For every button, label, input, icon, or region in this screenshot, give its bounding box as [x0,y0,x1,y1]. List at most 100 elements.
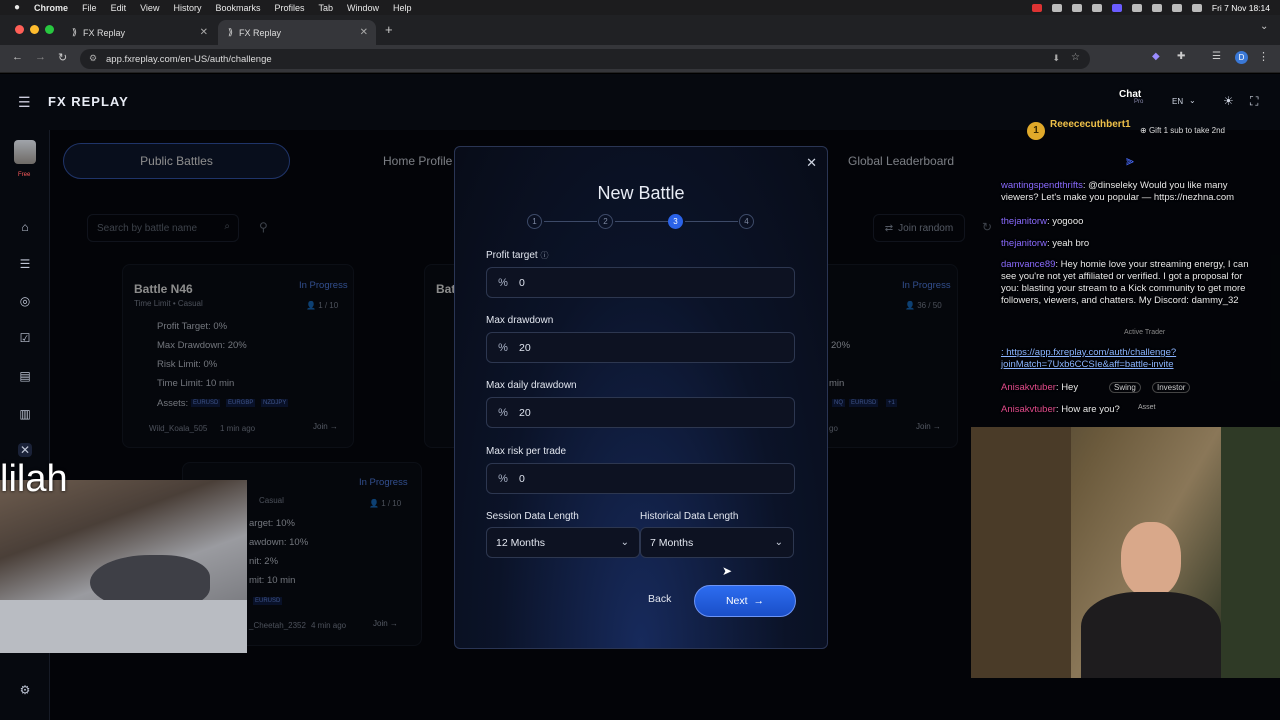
fx-replay-favicon: ⟫ [228,27,234,37]
chat-user: damvance89 [1001,259,1056,270]
close-tab-icon[interactable]: ✕ [360,27,368,38]
close-window-button[interactable] [15,25,24,34]
more-menu-icon[interactable]: ⋮ [1258,50,1269,63]
avatar[interactable] [14,140,36,164]
percent-icon: % [498,341,508,354]
theme-toggle-icon[interactable]: ☀ [1223,94,1234,108]
mouse-cursor: ➤ [722,564,733,578]
menu-chrome[interactable]: Chrome [34,3,68,13]
tag-chip: Investor [1152,382,1191,393]
person-body [1081,592,1221,678]
compass-icon[interactable]: ◎ [18,294,32,308]
menu-view[interactable]: View [140,3,159,13]
profit-target-text: Profit target [486,250,538,261]
checklist-icon[interactable]: ☑ [18,331,32,345]
fx-replay-logo[interactable]: FX REPLAY [48,94,129,109]
wallpaper-shape [1221,427,1280,678]
reading-list-icon[interactable]: ☰ [1212,51,1221,62]
forward-icon[interactable]: → [35,51,46,63]
tab-search-icon[interactable]: ⌄ [1260,21,1268,32]
menubar-status-area: Fri 7 Nov 18:14 [1031,0,1270,15]
profit-target-label: Profit target ⓘ [486,250,548,261]
back-icon[interactable]: ← [12,51,23,63]
next-button[interactable]: Next → [694,585,796,617]
new-battle-modal: ✕ New Battle 1 2 3 4 Profit target ⓘ % 0 … [454,146,828,649]
chat-message: Anisakvtuber: How are you? [1001,404,1261,416]
bar-chart-icon[interactable]: ▥ [18,407,32,421]
address-bar[interactable]: ⚙ app.fxreplay.com/en-US/auth/challenge … [80,49,1090,69]
modal-title: New Battle [597,183,685,203]
bolt-icon[interactable] [1051,3,1062,12]
menu-file[interactable]: File [82,3,97,13]
language-selector[interactable]: EN [1172,97,1183,106]
menu-profiles[interactable]: Profiles [274,3,304,13]
arrow-right-icon: → [753,595,765,607]
session-value: 12 Months [496,536,546,549]
wardrobe-shape [971,427,1071,678]
historical-value: 7 Months [650,536,694,549]
battery-icon[interactable] [1131,3,1142,12]
menu-bookmarks[interactable]: Bookmarks [215,3,260,13]
max-risk-value: 0 [519,472,525,485]
wifi-icon[interactable] [1151,3,1162,12]
menu-edit[interactable]: Edit [111,3,127,13]
menu-tab[interactable]: Tab [319,3,334,13]
menu-history[interactable]: History [173,3,201,13]
battles-icon[interactable]: ✕ [18,443,32,457]
back-button[interactable]: Back [648,593,671,605]
hamburger-menu-icon[interactable]: ☰ [18,94,31,111]
max-risk-input[interactable]: % 0 [486,463,795,494]
url-text: app.fxreplay.com/en-US/auth/challenge [106,53,272,65]
app-icon[interactable] [1091,3,1102,12]
tag-chip: Active Trader [1124,329,1166,336]
search-icon[interactable] [1171,3,1182,12]
close-icon[interactable]: ✕ [806,155,817,171]
chat-text: : How are you? [1055,404,1120,415]
browser-tab-active[interactable]: ⟫ FX Replay ✕ [218,20,376,45]
menubar-clock[interactable]: Fri 7 Nov 18:14 [1212,3,1270,13]
percent-icon: % [498,472,508,485]
menu-help[interactable]: Help [393,3,412,13]
zoom-window-button[interactable] [45,25,54,34]
profit-target-value: 0 [519,276,525,289]
apple-icon[interactable]: ● [14,2,20,13]
bookmark-star-icon[interactable]: ☆ [1071,52,1080,63]
home-icon[interactable]: ⌂ [18,220,32,234]
browser-tab[interactable]: ⟫ FX Replay ✕ [62,20,216,45]
chevron-down-icon: ⌄ [620,537,629,548]
fullscreen-icon[interactable]: ⛶ [1250,94,1258,109]
chat-text: : Hey [1055,382,1079,393]
install-icon[interactable]: ⬇ [1052,53,1060,64]
bed-shape [0,600,247,653]
profit-target-input[interactable]: % 0 [486,267,795,298]
info-icon[interactable]: ⓘ [540,251,548,260]
pro-badge: Pro [1134,99,1144,105]
max-drawdown-value: 20 [519,341,531,354]
profile-avatar[interactable]: D [1235,51,1248,64]
list-icon[interactable]: ☰ [18,257,32,271]
site-info-icon[interactable]: ⚙ [89,53,97,64]
sync-icon[interactable] [1071,3,1082,12]
notebook-icon[interactable]: ▤ [18,369,32,383]
minimize-window-button[interactable] [30,25,39,34]
extension-icon[interactable]: ◆ [1152,51,1160,62]
screen-share-icon[interactable] [1111,3,1122,12]
new-tab-icon[interactable]: + [385,22,393,37]
browser-tab-bar: ⟫ FX Replay ✕ ⟫ FX Replay ✕ + ⌄ [0,15,1280,45]
max-drawdown-input[interactable]: % 20 [486,332,795,363]
person-head [1121,522,1181,597]
chat-user: Anisakvtuber [1001,404,1056,415]
settings-icon[interactable]: ⚙ [18,683,32,697]
record-icon[interactable] [1031,3,1042,12]
historical-data-length-select[interactable]: 7 Months ⌄ [640,527,794,558]
reload-icon[interactable]: ↻ [58,51,67,64]
max-daily-drawdown-input[interactable]: % 20 [486,397,795,428]
close-tab-icon[interactable]: ✕ [200,27,208,38]
streamer-webcam-feed [971,427,1280,678]
extensions-puzzle-icon[interactable]: ✚ [1177,51,1185,62]
session-data-length-label: Session Data Length [486,511,579,522]
control-center-icon[interactable] [1191,3,1202,12]
chevron-down-icon: ⌄ [1189,96,1196,105]
menu-window[interactable]: Window [347,3,379,13]
session-data-length-select[interactable]: 12 Months ⌄ [486,527,640,558]
